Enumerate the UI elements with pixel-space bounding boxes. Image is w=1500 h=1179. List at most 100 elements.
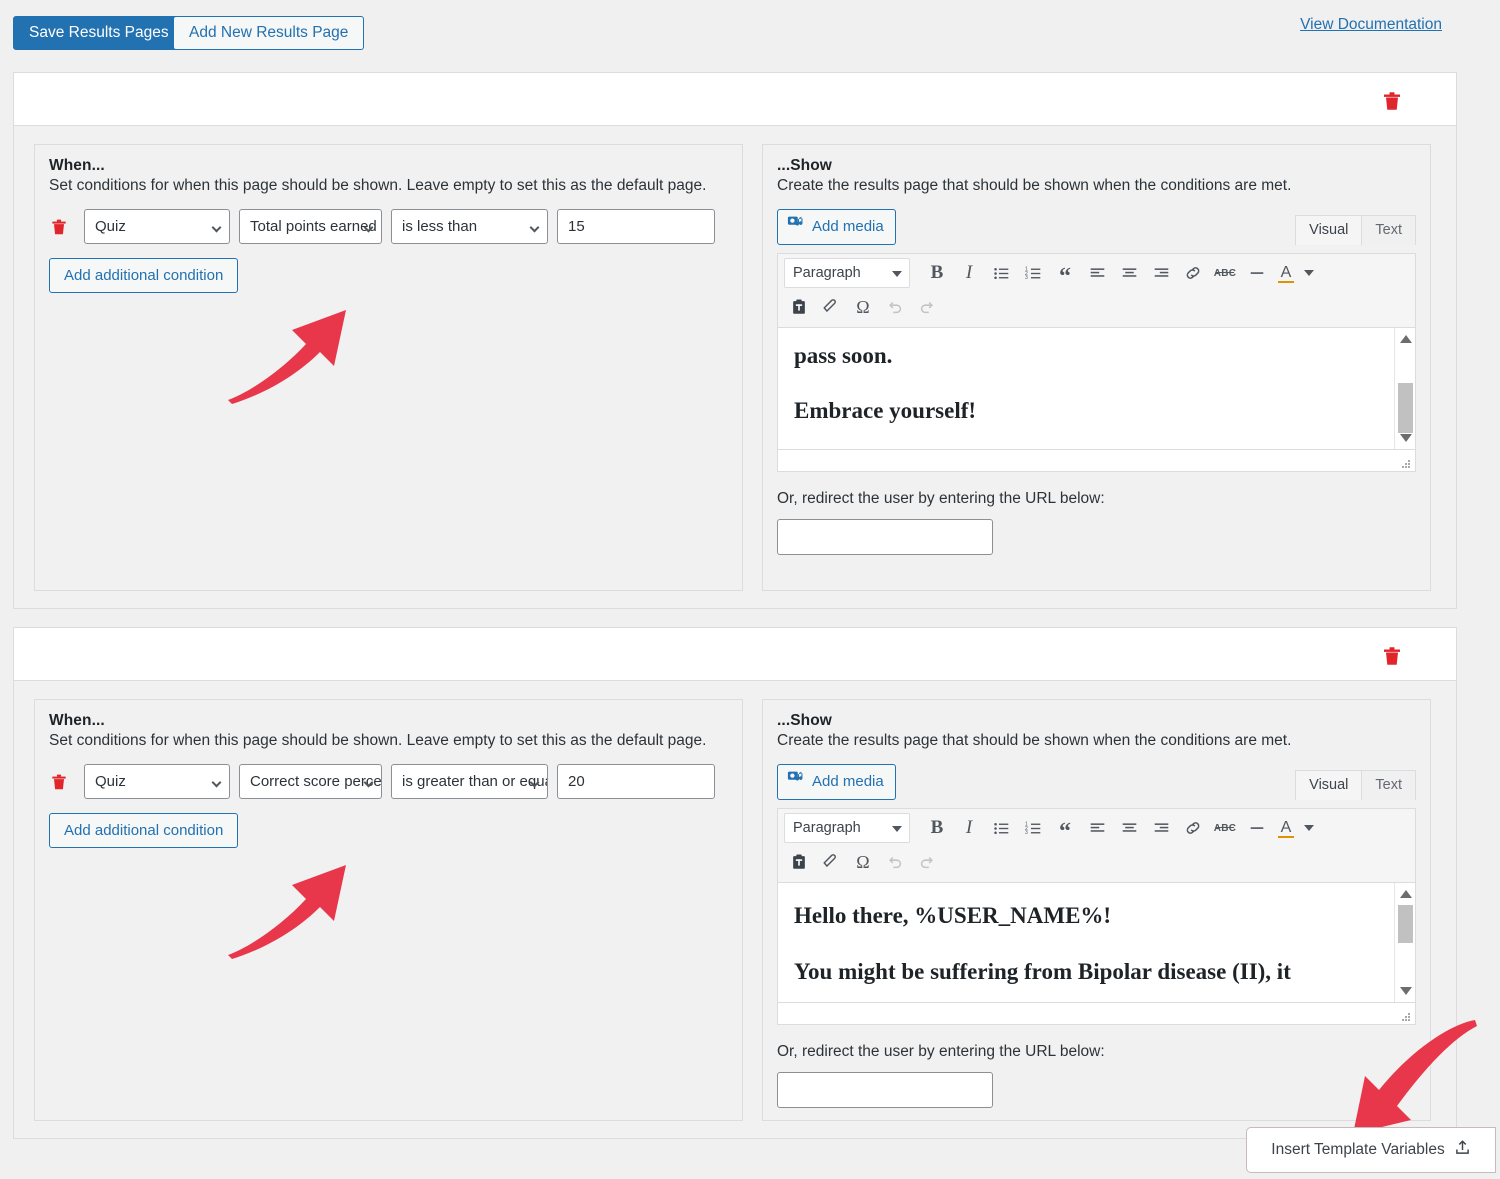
- editor-scrollbar[interactable]: [1394, 883, 1415, 1002]
- editor-content-area[interactable]: pass soon. Embrace yourself!: [778, 327, 1415, 449]
- scroll-up-arrow-icon[interactable]: [1395, 330, 1415, 348]
- italic-icon[interactable]: I: [954, 258, 984, 288]
- bold-icon[interactable]: B: [922, 258, 952, 288]
- page-toolbar: Save Results Pages Add New Results Page …: [0, 0, 1500, 64]
- bulleted-list-icon[interactable]: [986, 258, 1016, 288]
- card-body: When... Set conditions for when this pag…: [14, 681, 1456, 1138]
- bulleted-list-icon[interactable]: [986, 813, 1016, 843]
- editor-toolbar-row-1: Paragraph B I 1 2 3 “ A: [778, 254, 1415, 292]
- tab-visual[interactable]: Visual: [1295, 770, 1363, 800]
- text-color-dropdown-icon[interactable]: [1300, 813, 1318, 843]
- when-column: When... Set conditions for when this pag…: [34, 144, 743, 591]
- bold-icon[interactable]: B: [922, 813, 952, 843]
- tinymce-editor: Paragraph B I: [777, 253, 1416, 472]
- text-color-dropdown-icon[interactable]: [1300, 258, 1318, 288]
- editor-content-area[interactable]: Hello there, %USER_NAME%! You might be s…: [778, 882, 1415, 1002]
- strikethrough-icon[interactable]: ABC: [1210, 813, 1240, 843]
- scroll-up-arrow-icon[interactable]: [1395, 885, 1415, 903]
- editor-line: You might be suffering from Bipolar dise…: [794, 959, 1291, 984]
- horizontal-rule-icon[interactable]: [1242, 813, 1272, 843]
- condition-object-select[interactable]: Quiz: [84, 764, 230, 799]
- special-character-icon[interactable]: Ω: [848, 292, 878, 322]
- align-left-icon[interactable]: [1082, 813, 1112, 843]
- when-title: When...: [49, 157, 105, 174]
- condition-row: Quiz Total points earned is less than: [49, 209, 728, 244]
- paste-as-text-icon[interactable]: [784, 847, 814, 877]
- add-additional-condition-button[interactable]: Add additional condition: [49, 813, 239, 848]
- editor-header: Add media Visual Text: [777, 209, 1416, 253]
- editor-toolbar-row-2: Ω: [778, 847, 1415, 882]
- clear-formatting-icon[interactable]: [816, 292, 846, 322]
- align-right-icon[interactable]: [1146, 258, 1176, 288]
- blockquote-icon[interactable]: “: [1050, 258, 1080, 289]
- condition-object-select[interactable]: Quiz: [84, 209, 230, 244]
- align-center-icon[interactable]: [1114, 258, 1144, 288]
- delete-results-page-trash-icon[interactable]: [1380, 644, 1404, 668]
- scrollbar-thumb[interactable]: [1398, 383, 1413, 433]
- strikethrough-icon[interactable]: ABC: [1210, 258, 1240, 288]
- editor-toolbar-row-1: Paragraph B I 1 2 3 “ A: [778, 809, 1415, 847]
- editor-resize-handle[interactable]: [1400, 1010, 1412, 1022]
- tab-text[interactable]: Text: [1361, 215, 1416, 245]
- redo-icon[interactable]: [912, 847, 942, 877]
- when-subtitle: Set conditions for when this page should…: [49, 177, 707, 194]
- delete-results-page-trash-icon[interactable]: [1380, 89, 1404, 113]
- condition-operator-select[interactable]: is greater than or equal to: [391, 764, 548, 799]
- link-icon[interactable]: [1178, 813, 1208, 843]
- clear-formatting-icon[interactable]: [816, 847, 846, 877]
- scroll-down-arrow-icon[interactable]: [1395, 429, 1415, 447]
- show-title: ...Show: [777, 157, 832, 174]
- save-results-pages-button[interactable]: Save Results Pages: [13, 16, 185, 50]
- redirect-url-input[interactable]: [777, 519, 993, 555]
- paragraph-format-select[interactable]: Paragraph: [784, 813, 910, 843]
- condition-value-input[interactable]: [557, 209, 715, 244]
- align-left-icon[interactable]: [1082, 258, 1112, 288]
- condition-operator-select[interactable]: is less than: [391, 209, 548, 244]
- tinymce-editor: Paragraph B I: [777, 808, 1416, 1025]
- results-pages-screen: Save Results Pages Add New Results Page …: [0, 0, 1500, 1179]
- editor-statusbar: [778, 1002, 1415, 1024]
- paste-as-text-icon[interactable]: [784, 292, 814, 322]
- condition-property-select[interactable]: Correct score percentage: [239, 764, 382, 799]
- results-page-card: When... Set conditions for when this pag…: [13, 72, 1457, 609]
- text-color-icon[interactable]: A: [1274, 813, 1298, 843]
- undo-icon[interactable]: [880, 292, 910, 322]
- undo-icon[interactable]: [880, 847, 910, 877]
- align-right-icon[interactable]: [1146, 813, 1176, 843]
- add-media-button[interactable]: Add media: [777, 209, 896, 245]
- add-additional-condition-button[interactable]: Add additional condition: [49, 258, 239, 293]
- condition-property-select[interactable]: Total points earned: [239, 209, 382, 244]
- blockquote-icon[interactable]: “: [1050, 813, 1080, 844]
- align-center-icon[interactable]: [1114, 813, 1144, 843]
- numbered-list-icon[interactable]: 1 2 3: [1018, 813, 1048, 843]
- condition-value-input[interactable]: [557, 764, 715, 799]
- numbered-list-icon[interactable]: 1 2 3: [1018, 258, 1048, 288]
- card-body: When... Set conditions for when this pag…: [14, 126, 1456, 608]
- insert-template-variables-button[interactable]: Insert Template Variables: [1246, 1127, 1496, 1173]
- svg-text:3: 3: [1025, 830, 1028, 836]
- results-page-card: When... Set conditions for when this pag…: [13, 627, 1457, 1139]
- view-documentation-link[interactable]: View Documentation: [1300, 16, 1442, 34]
- redirect-url-input[interactable]: [777, 1072, 993, 1108]
- delete-condition-trash-icon[interactable]: [49, 216, 69, 238]
- editor-scrollbar[interactable]: [1394, 328, 1415, 449]
- redo-icon[interactable]: [912, 292, 942, 322]
- special-character-icon[interactable]: Ω: [848, 847, 878, 877]
- tab-text[interactable]: Text: [1361, 770, 1416, 800]
- add-new-results-page-button[interactable]: Add New Results Page: [173, 16, 365, 50]
- editor-resize-handle[interactable]: [1400, 457, 1412, 469]
- editor-line: pass soon.: [794, 343, 893, 368]
- italic-icon[interactable]: I: [954, 813, 984, 843]
- paragraph-format-select[interactable]: Paragraph: [784, 258, 910, 288]
- scrollbar-thumb[interactable]: [1398, 905, 1413, 943]
- editor-line: Hello there, %USER_NAME%!: [794, 903, 1112, 928]
- link-icon[interactable]: [1178, 258, 1208, 288]
- tab-visual[interactable]: Visual: [1295, 215, 1363, 245]
- media-icon: [787, 210, 805, 244]
- add-media-button[interactable]: Add media: [777, 764, 896, 800]
- delete-condition-trash-icon[interactable]: [49, 771, 69, 793]
- scroll-down-arrow-icon[interactable]: [1395, 982, 1415, 1000]
- horizontal-rule-icon[interactable]: [1242, 258, 1272, 288]
- media-icon: [787, 765, 805, 799]
- text-color-icon[interactable]: A: [1274, 258, 1298, 288]
